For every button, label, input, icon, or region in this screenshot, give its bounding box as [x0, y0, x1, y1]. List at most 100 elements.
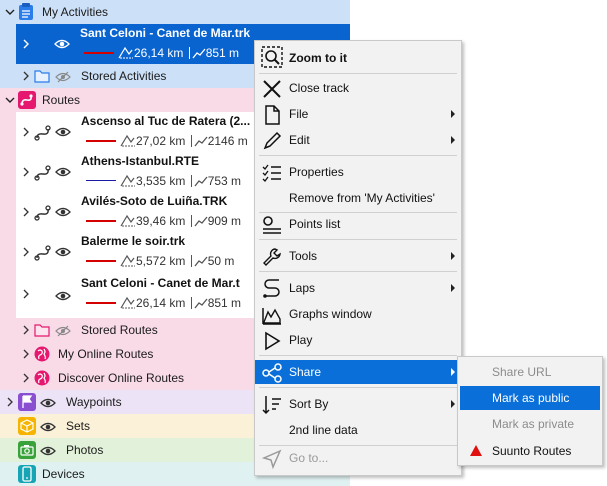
share-submenu: Share URL Mark as public Mark as private… [457, 356, 603, 466]
distance-icon [120, 214, 135, 227]
separator [259, 271, 457, 272]
elevation-value: 50 m [207, 254, 235, 268]
chevron-right-icon[interactable] [20, 324, 32, 336]
eye-off-icon[interactable] [55, 325, 71, 337]
chevron-right-icon[interactable] [20, 206, 32, 218]
eye-icon[interactable] [55, 290, 71, 302]
points-list-item[interactable]: Points list [255, 212, 461, 236]
my-online-routes-label: My Online Routes [58, 347, 154, 361]
globe-icon [34, 346, 50, 362]
suunto-routes-item[interactable]: Suunto Routes [460, 439, 600, 463]
go-to-label: Go to... [289, 451, 329, 465]
chevron-right-icon[interactable] [20, 38, 32, 50]
elevation-value: 851 m [207, 296, 242, 310]
folder-icon [34, 324, 50, 337]
share-url-label: Share URL [492, 365, 552, 379]
eye-icon[interactable] [55, 166, 71, 178]
route-name: Avilés-Soto de Luiña.TRK [81, 194, 228, 208]
distance-icon [120, 254, 135, 267]
eye-icon[interactable] [40, 397, 56, 409]
distance-value: 27,02 km [136, 134, 186, 148]
properties-item[interactable]: Properties [255, 160, 461, 184]
route-path-icon [34, 165, 51, 181]
chevron-right-icon[interactable] [4, 396, 16, 408]
chevron-down-icon[interactable] [4, 6, 16, 18]
sort-icon [262, 396, 281, 415]
chevron-right-icon[interactable] [20, 246, 32, 258]
separator [259, 355, 457, 356]
route-stats: 26,14 km 851 m [120, 295, 241, 310]
eye-icon[interactable] [40, 421, 56, 433]
submenu-arrow-icon [451, 252, 455, 260]
chevron-right-icon[interactable] [20, 348, 32, 360]
eye-icon[interactable] [40, 445, 56, 457]
laps-item[interactable]: Laps [255, 276, 461, 300]
second-line-data-item[interactable]: 2nd line data [255, 418, 461, 442]
graphs-window-item[interactable]: Graphs window [255, 302, 461, 326]
flag-icon [18, 393, 36, 411]
track-color-swatch [86, 260, 116, 262]
chevron-right-icon[interactable] [20, 166, 32, 178]
submenu-arrow-icon [451, 368, 455, 376]
eye-off-icon[interactable] [55, 71, 71, 83]
distance-value: 26,14 km [134, 46, 184, 60]
edit-item[interactable]: Edit [255, 128, 461, 152]
elevation-value: 851 m [205, 46, 240, 60]
share-icon [262, 363, 282, 383]
distance-value: 26,14 km [136, 296, 186, 310]
close-icon [263, 80, 281, 98]
my-activities-header[interactable]: My Activities [0, 0, 350, 24]
route-stats: 39,46 km 909 m [120, 213, 241, 228]
chevron-right-icon[interactable] [20, 372, 32, 384]
distance-value: 3,535 km [136, 174, 186, 188]
file-item[interactable]: File [255, 102, 461, 126]
graph-icon [262, 308, 281, 325]
chevron-right-icon[interactable] [20, 70, 32, 82]
submenu-arrow-icon [451, 110, 455, 118]
share-item[interactable]: Share [255, 360, 461, 384]
list-check-icon [262, 164, 281, 182]
submenu-arrow-icon [451, 284, 455, 292]
mark-as-private-item[interactable]: Mark as private [460, 412, 600, 436]
share-url-item[interactable]: Share URL [460, 360, 600, 384]
mark-as-public-item[interactable]: Mark as public [460, 386, 600, 410]
elevation-icon [194, 176, 208, 187]
sort-by-item[interactable]: Sort By [255, 392, 461, 416]
mark-as-private-label: Mark as private [492, 417, 575, 431]
play-icon [265, 331, 281, 351]
chevron-right-icon[interactable] [20, 126, 32, 138]
separator [259, 239, 457, 240]
discover-online-routes-label: Discover Online Routes [58, 371, 185, 385]
sort-by-label: Sort By [289, 397, 329, 411]
play-item[interactable]: Play [255, 328, 461, 352]
eye-icon[interactable] [54, 38, 70, 50]
activity-name: Sant Celoni - Canet de Mar.trk [80, 26, 251, 40]
route-name: Athens-Istanbul.RTE [81, 154, 200, 168]
clipboard-icon [19, 3, 33, 20]
distance-icon [120, 134, 135, 147]
routes-label: Routes [42, 93, 81, 107]
elevation-icon [194, 136, 208, 147]
chevron-right-icon[interactable] [20, 288, 32, 300]
distance-icon [118, 46, 133, 59]
globe-icon [34, 370, 50, 386]
chevron-down-icon[interactable] [4, 94, 16, 106]
eye-icon[interactable] [55, 246, 71, 258]
tools-label: Tools [289, 249, 318, 263]
graphs-window-label: Graphs window [289, 307, 372, 321]
eye-icon[interactable] [55, 126, 71, 138]
remove-item[interactable]: Remove from 'My Activities' [255, 186, 461, 210]
edit-label: Edit [289, 133, 310, 147]
camera-icon [18, 441, 36, 459]
zoom-to-it-item[interactable]: Zoom to it [255, 43, 461, 71]
separator [259, 73, 457, 74]
elevation-icon [194, 298, 208, 309]
waypoints-label: Waypoints [66, 395, 122, 409]
close-track-item[interactable]: Close track [255, 76, 461, 100]
route-path-icon [34, 125, 51, 141]
elevation-icon [194, 216, 208, 227]
zoom-to-it-label: Zoom to it [289, 51, 347, 65]
eye-icon[interactable] [55, 206, 71, 218]
go-to-item[interactable]: Go to... [255, 446, 461, 470]
tools-item[interactable]: Tools [255, 244, 461, 268]
